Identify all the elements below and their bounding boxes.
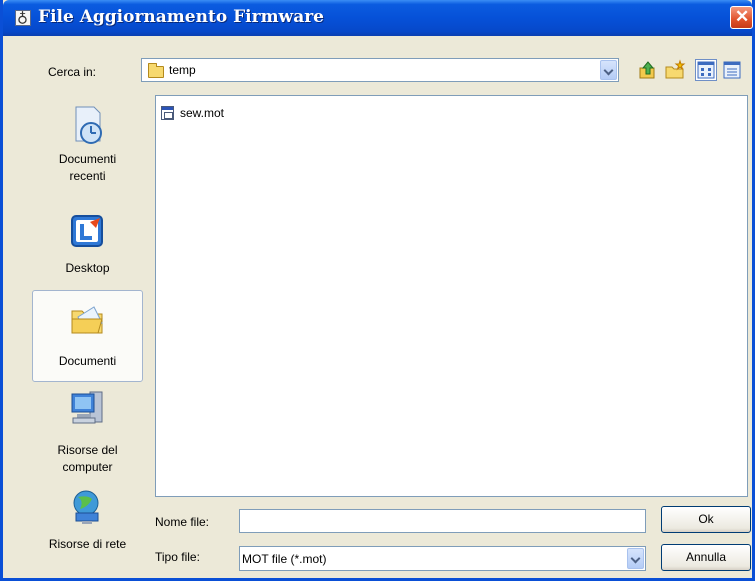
place-label: Documenti (58, 152, 117, 166)
ok-button[interactable]: Ok (661, 506, 751, 533)
place-label: computer (62, 460, 113, 474)
place-label: Desktop (65, 261, 110, 275)
file-name-label: Nome file: (155, 515, 210, 529)
file-type-value: MOT file (*.mot) (242, 552, 327, 566)
list-view-icon (697, 61, 715, 79)
place-recent-documents[interactable]: Documenti recenti (32, 103, 143, 193)
look-in-combo[interactable]: temp (141, 58, 619, 82)
cancel-button[interactable]: Annulla (661, 544, 751, 571)
look-in-dropdown-arrow[interactable] (600, 60, 617, 80)
up-one-level-icon (639, 61, 655, 79)
place-label: Risorse di rete (48, 537, 127, 551)
file-list[interactable]: sew.mot (155, 95, 748, 497)
close-icon: ✕ (735, 7, 750, 26)
desktop-icon (70, 215, 103, 247)
mot-file-icon (161, 106, 174, 120)
look-in-value: temp (169, 63, 196, 77)
file-type-label: Tipo file: (155, 550, 200, 564)
new-folder-button[interactable] (664, 59, 686, 81)
details-view-icon (723, 61, 741, 79)
close-button[interactable]: ✕ (730, 6, 753, 29)
app-icon: ♁ (15, 8, 31, 26)
folder-icon (148, 63, 164, 78)
network-icon (73, 490, 98, 524)
details-view-button[interactable] (721, 59, 743, 81)
file-name: sew.mot (180, 106, 225, 120)
look-in-label: Cerca in: (48, 65, 97, 79)
file-item[interactable]: sew.mot (161, 104, 224, 122)
place-label: recenti (69, 169, 106, 183)
my-computer-icon (71, 391, 102, 424)
place-label: Risorse del (57, 443, 118, 457)
up-one-level-button[interactable] (637, 59, 659, 81)
title-bar[interactable]: ♁ File Aggiornamento Firmware ✕ (3, 0, 753, 36)
file-type-combo[interactable]: MOT file (*.mot) (239, 546, 646, 571)
file-name-input[interactable] (239, 509, 646, 533)
file-type-dropdown-arrow[interactable] (627, 548, 644, 569)
new-folder-icon (665, 59, 686, 79)
place-my-documents[interactable]: Documenti (32, 290, 143, 382)
place-label: Documenti (58, 354, 117, 368)
place-desktop[interactable]: Desktop (32, 212, 143, 280)
place-my-computer[interactable]: Risorse del computer (32, 388, 143, 483)
file-dialog-window: ♁ File Aggiornamento Firmware ✕ Cerca in… (0, 0, 755, 581)
list-view-button[interactable] (695, 59, 717, 81)
window-title: File Aggiornamento Firmware (38, 7, 324, 27)
recent-documents-icon (75, 106, 102, 144)
place-network[interactable]: Risorse di rete (32, 487, 143, 567)
my-documents-icon (71, 306, 103, 334)
